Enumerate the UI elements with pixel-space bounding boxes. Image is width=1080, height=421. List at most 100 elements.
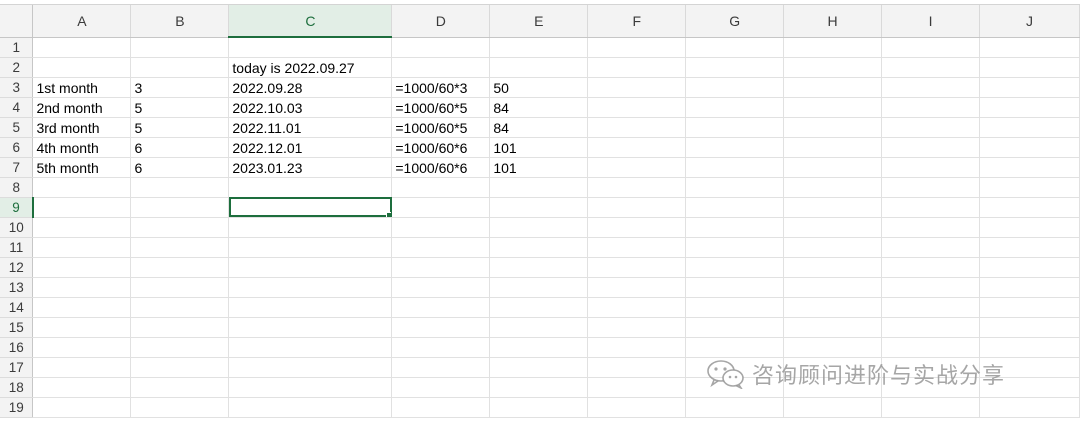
cell-h9[interactable] (783, 197, 883, 218)
cell-j4[interactable] (979, 97, 1080, 118)
cell-c2[interactable]: today is 2022.09.27 (228, 57, 393, 78)
cell-b18[interactable] (130, 377, 230, 398)
fill-handle[interactable] (386, 211, 391, 216)
cell-i14[interactable] (881, 297, 980, 318)
cell-g6[interactable] (685, 137, 785, 158)
cell-b2[interactable] (130, 57, 230, 78)
cell-h5[interactable] (783, 117, 883, 138)
cell-f8[interactable] (587, 177, 687, 198)
cell-f16[interactable] (587, 337, 687, 358)
cell-d13[interactable] (391, 277, 491, 298)
cell-j6[interactable] (979, 137, 1080, 158)
cell-d5[interactable]: =1000/60*5 (391, 117, 491, 138)
cell-i1[interactable] (881, 37, 980, 58)
row-header-8[interactable]: 8 (0, 177, 34, 198)
cell-d7[interactable]: =1000/60*6 (391, 157, 491, 178)
cell-g3[interactable] (685, 77, 785, 98)
cell-b3[interactable]: 3 (130, 77, 230, 98)
cell-e19[interactable] (489, 397, 589, 418)
row-header-18[interactable]: 18 (0, 377, 34, 398)
cell-h11[interactable] (783, 237, 883, 258)
row-header-10[interactable]: 10 (0, 217, 34, 238)
column-header-f[interactable]: F (587, 5, 687, 38)
column-header-i[interactable]: I (881, 5, 980, 38)
cell-f2[interactable] (587, 57, 687, 78)
cell-a14[interactable] (32, 297, 132, 318)
cell-b19[interactable] (130, 397, 230, 418)
cell-j3[interactable] (979, 77, 1080, 98)
cell-a18[interactable] (32, 377, 132, 398)
cell-g8[interactable] (685, 177, 785, 198)
cell-j1[interactable] (979, 37, 1080, 58)
cell-g9[interactable] (685, 197, 785, 218)
cell-f11[interactable] (587, 237, 687, 258)
cell-j10[interactable] (979, 217, 1080, 238)
cell-b14[interactable] (130, 297, 230, 318)
cell-h12[interactable] (783, 257, 883, 278)
cell-f19[interactable] (587, 397, 687, 418)
cell-c8[interactable] (228, 177, 393, 198)
cell-f18[interactable] (587, 377, 687, 398)
cell-a7[interactable]: 5th month (32, 157, 132, 178)
row-header-13[interactable]: 13 (0, 277, 34, 298)
cell-c5[interactable]: 2022.11.01 (228, 117, 393, 138)
cell-j2[interactable] (979, 57, 1080, 78)
cell-g16[interactable] (685, 337, 785, 358)
cell-b16[interactable] (130, 337, 230, 358)
cell-i19[interactable] (881, 397, 980, 418)
cell-h19[interactable] (783, 397, 883, 418)
cell-j15[interactable] (979, 317, 1080, 338)
cell-h7[interactable] (783, 157, 883, 178)
cell-h14[interactable] (783, 297, 883, 318)
cell-c6[interactable]: 2022.12.01 (228, 137, 393, 158)
cell-e7[interactable]: 101 (489, 157, 589, 178)
row-header-6[interactable]: 6 (0, 137, 34, 158)
select-all-corner[interactable] (0, 5, 34, 38)
cell-d15[interactable] (391, 317, 491, 338)
cell-h13[interactable] (783, 277, 883, 298)
cell-e17[interactable] (489, 357, 589, 378)
cell-i16[interactable] (881, 337, 980, 358)
cell-a5[interactable]: 3rd month (32, 117, 132, 138)
cell-b17[interactable] (130, 357, 230, 378)
row-header-1[interactable]: 1 (0, 37, 34, 58)
cell-a13[interactable] (32, 277, 132, 298)
cell-d11[interactable] (391, 237, 491, 258)
cell-i3[interactable] (881, 77, 980, 98)
cell-c11[interactable] (228, 237, 393, 258)
cell-a19[interactable] (32, 397, 132, 418)
row-header-3[interactable]: 3 (0, 77, 34, 98)
cell-c7[interactable]: 2023.01.23 (228, 157, 393, 178)
row-header-14[interactable]: 14 (0, 297, 34, 318)
cell-g19[interactable] (685, 397, 785, 418)
row-header-4[interactable]: 4 (0, 97, 34, 118)
cell-d6[interactable]: =1000/60*6 (391, 137, 491, 158)
cell-b8[interactable] (130, 177, 230, 198)
cell-d2[interactable] (391, 57, 491, 78)
row-header-12[interactable]: 12 (0, 257, 34, 278)
cell-e8[interactable] (489, 177, 589, 198)
row-header-11[interactable]: 11 (0, 237, 34, 258)
cell-a12[interactable] (32, 257, 132, 278)
cell-g4[interactable] (685, 97, 785, 118)
cell-d19[interactable] (391, 397, 491, 418)
cell-j7[interactable] (979, 157, 1080, 178)
cell-e13[interactable] (489, 277, 589, 298)
column-header-j[interactable]: J (979, 5, 1080, 38)
cell-d4[interactable]: =1000/60*5 (391, 97, 491, 118)
cell-f6[interactable] (587, 137, 687, 158)
row-header-2[interactable]: 2 (0, 57, 34, 78)
cell-b10[interactable] (130, 217, 230, 238)
cell-c9[interactable] (228, 197, 393, 218)
row-header-15[interactable]: 15 (0, 317, 34, 338)
cell-c10[interactable] (228, 217, 393, 238)
cell-a8[interactable] (32, 177, 132, 198)
cell-e18[interactable] (489, 377, 589, 398)
cell-g5[interactable] (685, 117, 785, 138)
cell-e1[interactable] (489, 37, 589, 58)
cell-d3[interactable]: =1000/60*3 (391, 77, 491, 98)
cell-e14[interactable] (489, 297, 589, 318)
cell-i7[interactable] (881, 157, 980, 178)
cell-j9[interactable] (979, 197, 1080, 218)
row-header-19[interactable]: 19 (0, 397, 34, 418)
